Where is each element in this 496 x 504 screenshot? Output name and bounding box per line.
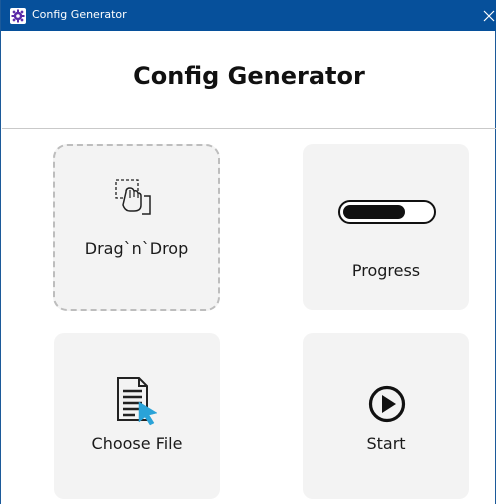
choose-file-label: Choose File bbox=[91, 434, 183, 453]
close-button[interactable] bbox=[457, 0, 496, 31]
page-title: Config Generator bbox=[133, 61, 365, 90]
play-circle-icon bbox=[368, 385, 406, 423]
title-bar: Config Generator bbox=[1, 0, 496, 31]
file-pointer-icon bbox=[117, 377, 158, 426]
start-button[interactable]: Start bbox=[303, 333, 469, 499]
app-window: Config Generator Config Generator Drag`n… bbox=[0, 0, 496, 504]
progress-label: Progress bbox=[351, 261, 421, 280]
close-icon bbox=[483, 10, 495, 21]
start-label: Start bbox=[366, 434, 406, 453]
window-title: Config Generator bbox=[32, 8, 127, 21]
progress-tile: Progress bbox=[303, 144, 469, 310]
drag-drop-area[interactable]: Drag`n`Drop bbox=[53, 144, 220, 311]
drag-drop-hand-icon bbox=[115, 179, 151, 215]
header: Config Generator bbox=[2, 31, 496, 129]
progress-bar-icon bbox=[338, 200, 436, 224]
gear-icon bbox=[10, 8, 26, 24]
drag-drop-label: Drag`n`Drop bbox=[84, 239, 189, 258]
choose-file-button[interactable]: Choose File bbox=[54, 333, 220, 499]
